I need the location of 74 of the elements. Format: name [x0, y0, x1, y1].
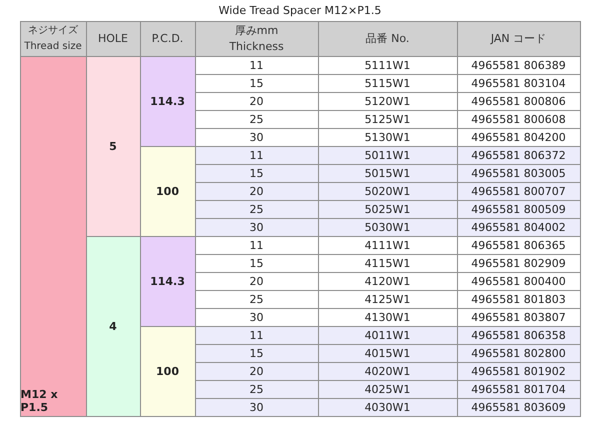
table-cell: 20: [196, 363, 318, 380]
hole-cell: 5: [86, 57, 140, 236]
table-cell: 4030W1: [318, 399, 456, 416]
table-cell: 5011W1: [318, 147, 456, 164]
table-cell: 5015W1: [318, 165, 456, 182]
table-cell: 5115W1: [318, 75, 456, 92]
table-cell: 25: [196, 111, 318, 128]
table-title: Wide Tread Spacer M12×P1.5: [218, 3, 382, 19]
table-cell: 30: [196, 309, 318, 326]
table-cell: 25: [196, 291, 318, 308]
table-cell: 4965581 800608: [458, 111, 580, 128]
table-cell: 5020W1: [318, 183, 456, 200]
table-cell: 4965581 800400: [458, 273, 580, 290]
table-cell: 15: [196, 345, 318, 362]
table-cell: 4965581 803609: [458, 399, 580, 416]
table-cell: 4965581 802800: [458, 345, 580, 362]
table-cell: 4965581 806372: [458, 147, 580, 164]
table-cell: 4965581 801902: [458, 363, 580, 380]
column-header: 品番 No.: [318, 22, 456, 56]
pcd-cell: 114.3: [140, 57, 194, 146]
table-cell: 15: [196, 165, 318, 182]
table-cell: 30: [196, 219, 318, 236]
table-cell: 4965581 800509: [458, 201, 580, 218]
table-cell: 4025W1: [318, 381, 456, 398]
table-cell: 4965581 803005: [458, 165, 580, 182]
table-cell: 11: [196, 147, 318, 164]
hole-cell: 4: [86, 237, 140, 416]
column-header: 厚みmm Thickness: [196, 22, 318, 56]
column-header: JAN コード: [458, 22, 580, 56]
table-cell: 5125W1: [318, 111, 456, 128]
table-cell: 5111W1: [318, 57, 456, 74]
table-cell: 4965581 803807: [458, 309, 580, 326]
table-cell: 4965581 804200: [458, 129, 580, 146]
table-cell: 15: [196, 255, 318, 272]
table-cell: 20: [196, 183, 318, 200]
table-cell: 4020W1: [318, 363, 456, 380]
table-cell: 5120W1: [318, 93, 456, 110]
table-cell: 4965581 800707: [458, 183, 580, 200]
table-cell: 25: [196, 381, 318, 398]
table-cell: 30: [196, 129, 318, 146]
pcd-cell: 100: [140, 327, 194, 416]
table-cell: 5030W1: [318, 219, 456, 236]
table-cell: 4115W1: [318, 255, 456, 272]
table-cell: 4125W1: [318, 291, 456, 308]
thread-size-cell: M12 x P1.5: [20, 57, 86, 416]
table-cell: 5025W1: [318, 201, 456, 218]
table-cell: 30: [196, 399, 318, 416]
pcd-cell: 114.3: [140, 237, 194, 326]
table-cell: 4015W1: [318, 345, 456, 362]
table-cell: 4120W1: [318, 273, 456, 290]
table-cell: 4965581 801704: [458, 381, 580, 398]
table-cell: 4965581 804002: [458, 219, 580, 236]
column-header: ネジサイズ Thread size: [20, 22, 86, 56]
table-cell: 11: [196, 57, 318, 74]
table-cell: 20: [196, 93, 318, 110]
table-cell: 4965581 803104: [458, 75, 580, 92]
table-cell: 4111W1: [318, 237, 456, 254]
column-header: HOLE: [86, 22, 140, 56]
table-cell: 20: [196, 273, 318, 290]
table-cell: 11: [196, 237, 318, 254]
table-cell: 4130W1: [318, 309, 456, 326]
pcd-cell: 100: [140, 147, 194, 236]
table-cell: 25: [196, 201, 318, 218]
table-cell: 4965581 801803: [458, 291, 580, 308]
table-cell: 4965581 806358: [458, 327, 580, 344]
table-cell: 15: [196, 75, 318, 92]
table-cell: 4965581 800806: [458, 93, 580, 110]
table-cell: 11: [196, 327, 318, 344]
column-header: P.C.D.: [140, 22, 194, 56]
table-cell: 4965581 802909: [458, 255, 580, 272]
table-cell: 4965581 806389: [458, 57, 580, 74]
table-cell: 4965581 806365: [458, 237, 580, 254]
table-cell: 5130W1: [318, 129, 456, 146]
table-cell: 4011W1: [318, 327, 456, 344]
